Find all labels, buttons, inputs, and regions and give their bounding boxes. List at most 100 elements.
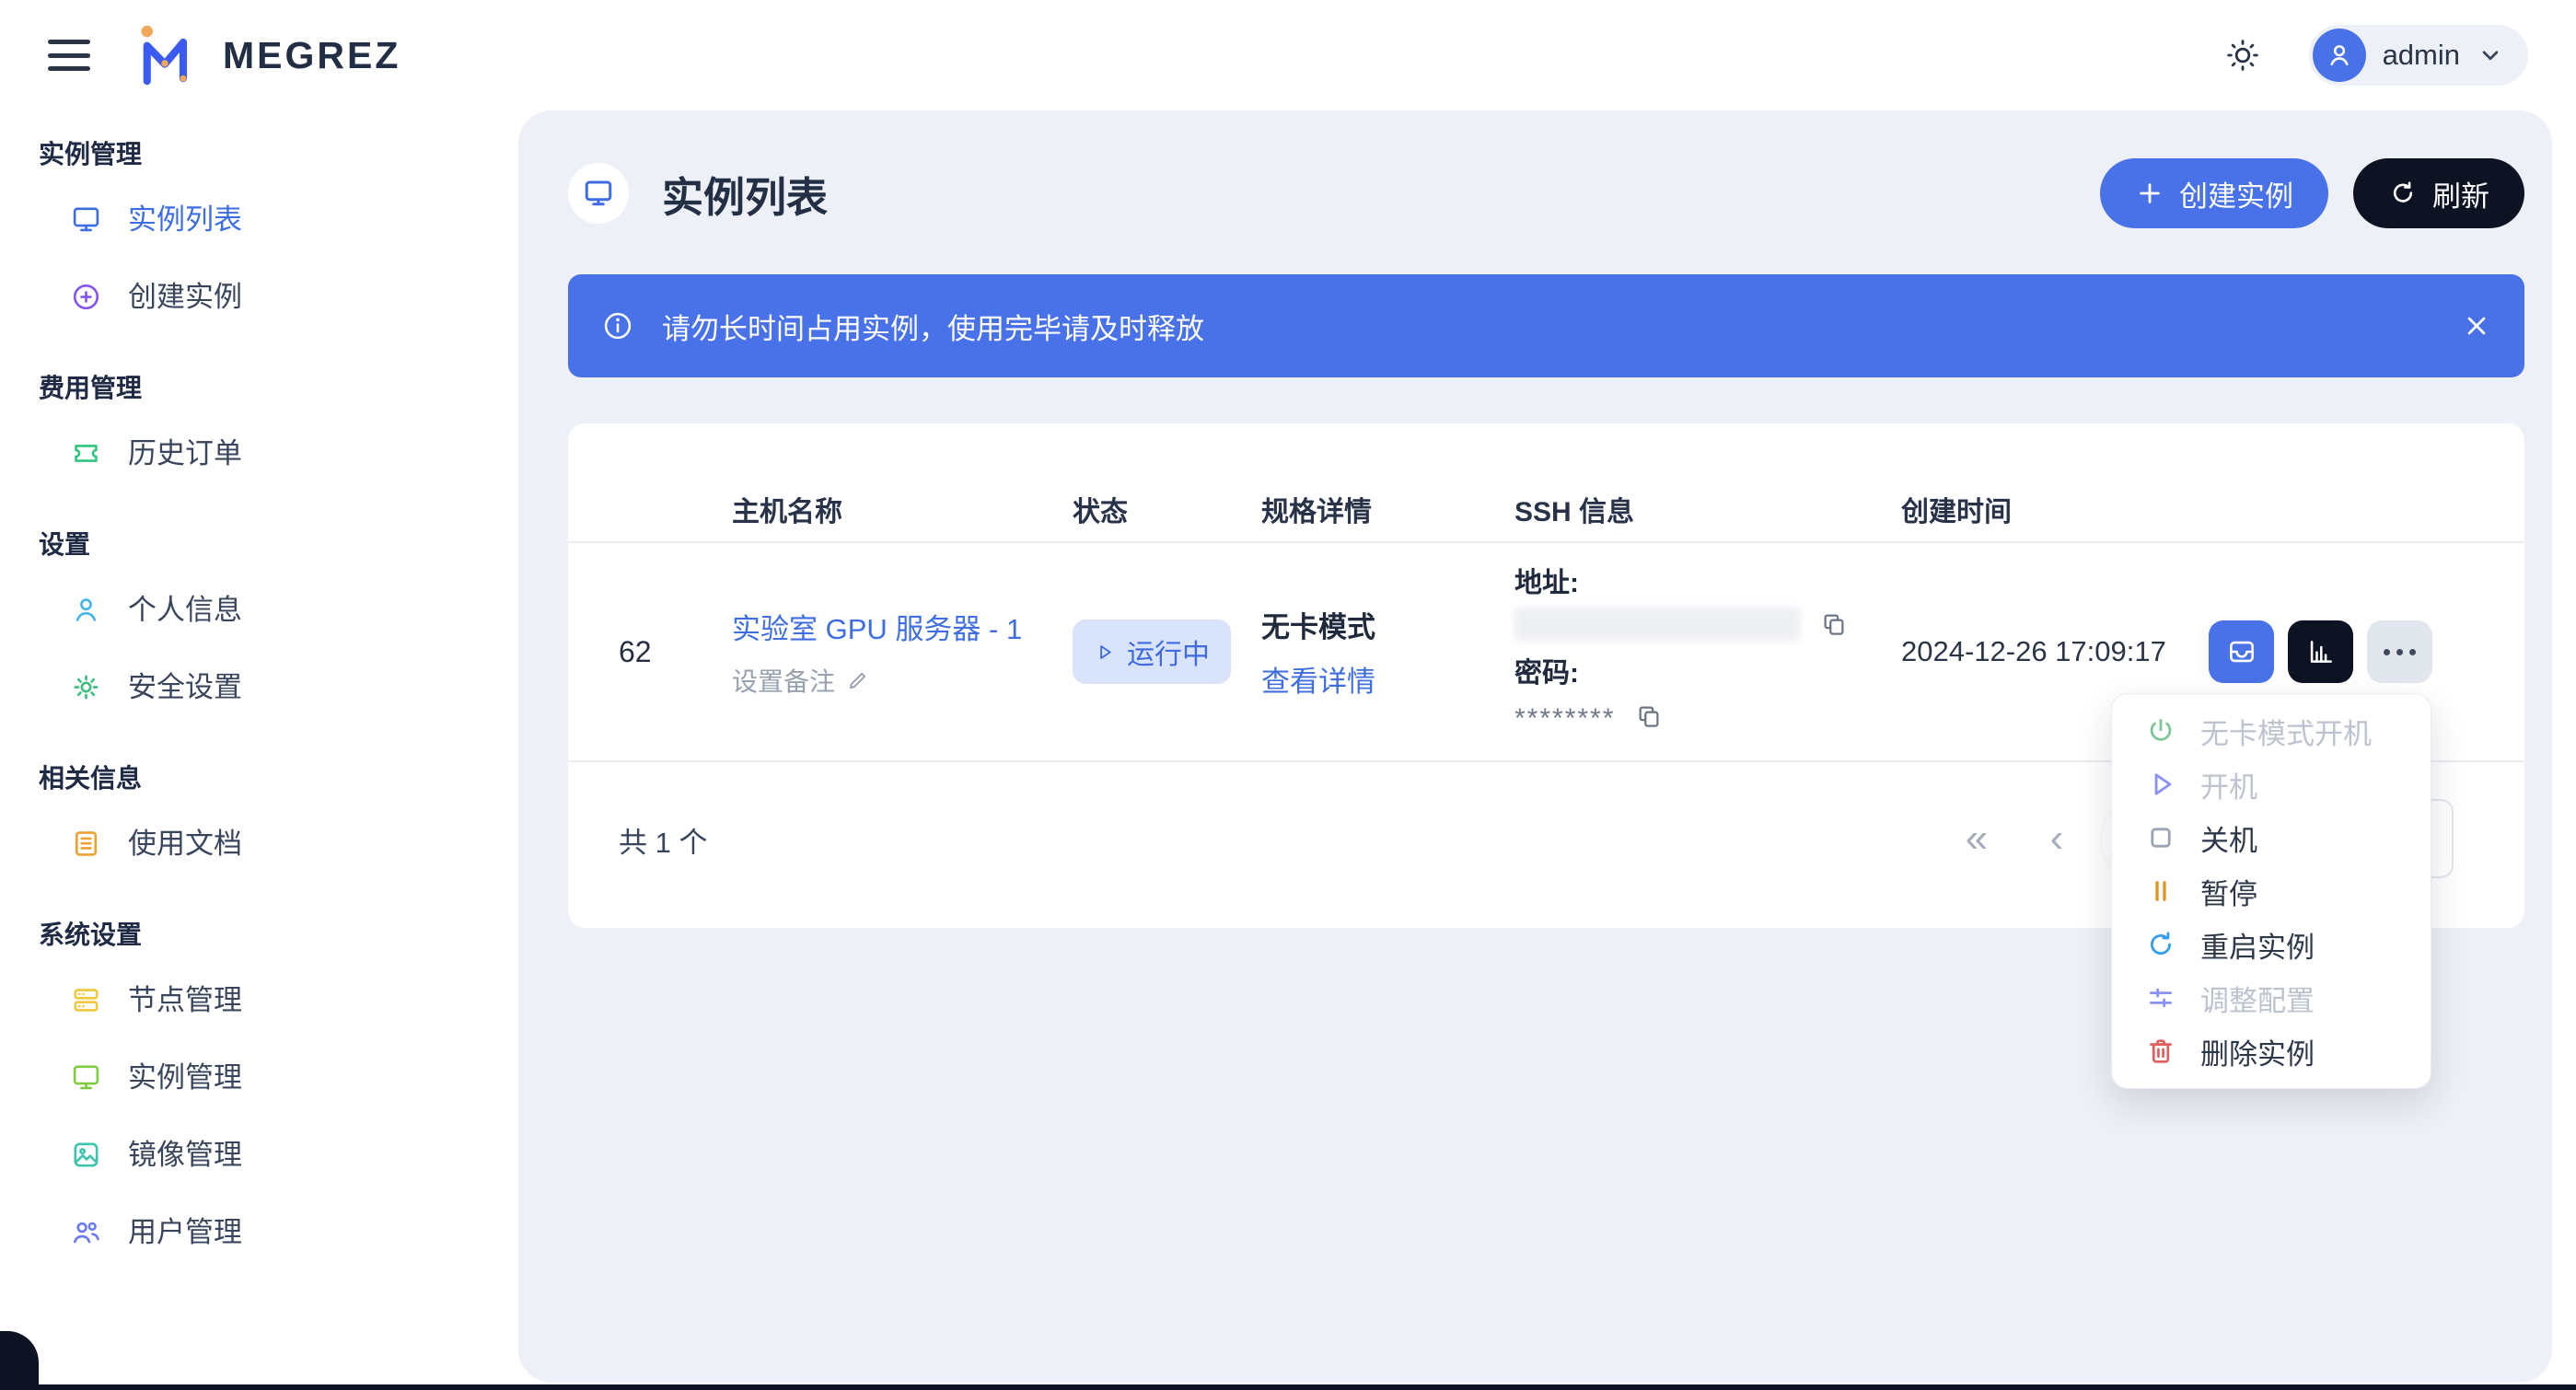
sidebar: 实例管理 实例列表 创建实例 费用管理 [0, 110, 518, 1390]
menu-item-label: 删除实例 [2200, 1031, 2315, 1072]
sidebar-item-user-management[interactable]: 用户管理 [0, 1193, 518, 1270]
ssh-address-label: 地址: [1514, 560, 1901, 600]
sidebar-group-label: 费用管理 [0, 368, 518, 405]
sidebar-item-docs[interactable]: 使用文档 [0, 805, 518, 882]
sidebar-group-settings: 设置 个人信息 安全设置 [0, 525, 518, 725]
menu-item-label: 开机 [2200, 764, 2257, 805]
created-at: 2024-12-26 17:09:17 [1901, 635, 2200, 668]
play-icon [2145, 769, 2176, 800]
sidebar-item-image-management[interactable]: 镜像管理 [0, 1116, 518, 1193]
sidebar-group-label: 设置 [0, 525, 518, 562]
monitor-icon [70, 1061, 102, 1094]
user-name: admin [2383, 39, 2460, 72]
page-header: 实例列表 创建实例 刷新 [568, 147, 2524, 239]
menu-toggle-button[interactable] [48, 40, 90, 71]
spec-detail-link[interactable]: 查看详情 [1261, 658, 1514, 700]
app-root: MEGREZ admin [0, 0, 2576, 1390]
user-menu-button[interactable]: admin [2309, 25, 2528, 86]
restart-icon [2145, 929, 2176, 960]
sidebar-group-label: 相关信息 [0, 759, 518, 795]
ssh-password-label: 密码: [1514, 650, 1901, 690]
refresh-label: 刷新 [2432, 173, 2489, 214]
play-icon [1094, 642, 1115, 663]
info-banner: 请勿长时间占用实例，使用完毕请及时释放 [568, 274, 2524, 377]
prev-page-icon[interactable]: ‹ [2034, 799, 2080, 878]
sidebar-group-info: 相关信息 使用文档 [0, 759, 518, 882]
sidebar-item-label: 使用文档 [128, 829, 242, 858]
sidebar-group-instance: 实例管理 实例列表 创建实例 [0, 134, 518, 335]
menu-item-label: 关机 [2200, 817, 2257, 859]
banner-close-icon[interactable] [2462, 311, 2491, 341]
sidebar-item-label: 用户管理 [128, 1218, 242, 1246]
menu-item-label: 调整配置 [2200, 978, 2315, 1019]
screen-bottom-edge [0, 1384, 2576, 1390]
remark-label: 设置备注 [732, 662, 835, 699]
menu-item-resize[interactable]: 调整配置 [2112, 972, 2431, 1024]
sidebar-item-order-history[interactable]: 历史订单 [0, 414, 518, 492]
menu-item-delete[interactable]: 删除实例 [2112, 1025, 2431, 1077]
sliders-icon [2145, 982, 2176, 1014]
refresh-icon [2388, 179, 2418, 208]
page-title-monitor-icon [568, 163, 629, 224]
monitoring-button[interactable] [2288, 620, 2353, 683]
ssh-cell: 地址: 密码: ******** [1514, 560, 1901, 744]
sidebar-item-label: 实例管理 [128, 1063, 242, 1092]
header-actions: 创建实例 刷新 [2100, 158, 2524, 228]
sidebar-item-instance-management[interactable]: 实例管理 [0, 1038, 518, 1116]
sidebar-group-system: 系统设置 节点管理 实例管理 [0, 915, 518, 1270]
set-remark-button[interactable]: 设置备注 [732, 662, 1073, 699]
spec-mode: 无卡模式 [1261, 604, 1514, 645]
bar-chart-icon [2305, 636, 2337, 667]
more-actions-button[interactable] [2367, 620, 2432, 683]
hostname-cell: 实验室 GPU 服务器 - 1 设置备注 [732, 606, 1073, 699]
ticket-icon [70, 437, 102, 469]
first-page-icon[interactable]: « [1954, 799, 2000, 878]
copy-password-icon[interactable] [1635, 702, 1663, 730]
column-ssh: SSH 信息 [1514, 489, 1901, 529]
create-instance-button[interactable]: 创建实例 [2100, 158, 2328, 228]
users-icon [70, 1216, 102, 1248]
table-header-row: 主机名称 状态 规格详情 SSH 信息 创建时间 [568, 477, 2524, 543]
menu-item-power-on[interactable]: 开机 [2112, 759, 2431, 810]
sidebar-group-label: 实例管理 [0, 134, 518, 171]
status-text: 运行中 [1127, 631, 1210, 672]
sidebar-item-label: 安全设置 [128, 673, 242, 701]
create-instance-label: 创建实例 [2179, 173, 2293, 214]
menu-item-label: 重启实例 [2200, 924, 2315, 966]
status-cell: 运行中 [1073, 620, 1261, 684]
pause-icon [2145, 875, 2176, 907]
save-image-button[interactable] [2209, 620, 2274, 683]
sidebar-item-create-instance[interactable]: 创建实例 [0, 258, 518, 335]
status-badge: 运行中 [1073, 620, 1231, 684]
hostname-link[interactable]: 实验室 GPU 服务器 - 1 [732, 606, 1073, 647]
topbar-right: admin [2224, 25, 2528, 86]
menu-item-shutdown[interactable]: 关机 [2112, 812, 2431, 863]
menu-item-pause[interactable]: 暂停 [2112, 865, 2431, 917]
spec-cell: 无卡模式 查看详情 [1261, 604, 1514, 700]
menu-item-boot-no-gpu[interactable]: 无卡模式开机 [2112, 705, 2431, 757]
brand-name: MEGREZ [223, 34, 400, 77]
chevron-down-icon [2477, 41, 2504, 69]
sidebar-item-label: 个人信息 [128, 596, 242, 624]
menu-item-restart[interactable]: 重启实例 [2112, 919, 2431, 970]
sidebar-item-instance-list[interactable]: 实例列表 [0, 180, 518, 258]
refresh-button[interactable]: 刷新 [2353, 158, 2524, 228]
sidebar-item-node-management[interactable]: 节点管理 [0, 961, 518, 1038]
document-icon [70, 828, 102, 860]
theme-toggle-sun-icon[interactable] [2224, 37, 2261, 74]
monitor-icon [70, 203, 102, 236]
ssh-address-redacted [1514, 608, 1800, 641]
copy-address-icon[interactable] [1820, 610, 1848, 638]
row-actions [2200, 620, 2474, 683]
sidebar-item-label: 镜像管理 [128, 1141, 242, 1169]
stop-square-icon [2145, 822, 2176, 853]
sidebar-item-label: 创建实例 [128, 283, 242, 311]
image-icon [70, 1139, 102, 1171]
instance-id: 62 [619, 635, 732, 669]
sidebar-item-security[interactable]: 安全设置 [0, 648, 518, 725]
sidebar-item-profile[interactable]: 个人信息 [0, 571, 518, 648]
server-icon [70, 984, 102, 1016]
info-icon [601, 309, 634, 342]
topbar: MEGREZ admin [0, 0, 2576, 110]
gear-icon [70, 671, 102, 703]
